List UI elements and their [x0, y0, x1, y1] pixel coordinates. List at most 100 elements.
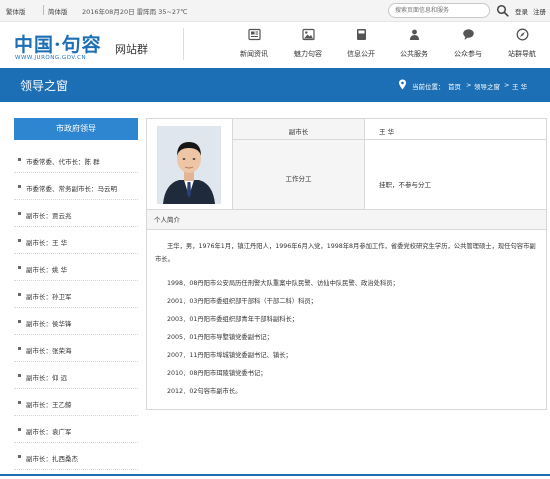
nav-charm[interactable]: 魅力句容	[284, 28, 332, 64]
divider	[183, 28, 184, 60]
bullet-icon	[18, 266, 21, 269]
leader-name: 王 华	[379, 128, 395, 136]
bullet-icon	[18, 320, 21, 323]
top-bar: 繁体版 简体版 2016年08月20日 雷阵雨 35~27℃ 登录 注册	[0, 0, 550, 22]
section-banner: 领导之窗 当前位置： 首页 > 领导之窗 > 王 华	[0, 68, 550, 102]
career-entry: 2012．02句容市副市长。	[167, 388, 242, 395]
breadcrumb-label: 当前位置：	[412, 83, 445, 91]
list-item[interactable]: 副市长：仰 远	[14, 362, 138, 389]
date-weather: 2016年08月20日 雷阵雨 35~27℃	[82, 8, 188, 16]
bullet-icon	[18, 239, 21, 242]
leader-link[interactable]: 副市长：贾云兆	[26, 210, 72, 220]
duty-label: 工作分工	[285, 175, 312, 183]
list-item[interactable]: 市委常委、常务副市长：马云明	[14, 173, 138, 200]
bullet-icon	[18, 212, 21, 215]
site-header: 中国·句容 WWW.JURONG.GOV.CN 网站群 新闻资讯 魅力句容 信息…	[0, 22, 550, 68]
picture-icon	[301, 28, 315, 41]
list-item[interactable]: 副市长：张荣海	[14, 335, 138, 362]
breadcrumb-separator: >	[504, 81, 510, 89]
simplified-version-link[interactable]: 简体版	[48, 6, 68, 16]
bullet-icon	[18, 428, 21, 431]
nav-label: 魅力句容	[294, 50, 322, 58]
leader-link[interactable]: 副市长：扎西桑杰	[26, 453, 78, 463]
biography-heading: 个人简介	[147, 210, 546, 230]
bullet-icon	[18, 374, 21, 377]
list-item[interactable]: 副市长：王乙鲸	[14, 389, 138, 416]
list-item[interactable]: 副市长：侯华锋	[14, 308, 138, 335]
career-entry: 2003．01丹阳市委组织部青年干部科副科长；	[167, 316, 299, 323]
nav-news[interactable]: 新闻资讯	[230, 28, 278, 64]
site-logo[interactable]: 中国·句容	[14, 30, 102, 57]
compass-icon	[516, 28, 528, 41]
nav-site-group[interactable]: 站群导航	[498, 28, 546, 64]
footer-divider	[0, 474, 550, 476]
leader-link[interactable]: 副市长：王乙鲸	[26, 399, 72, 409]
career-entry: 2001．03丹阳市委组织部干部科（干部二科）科员；	[167, 298, 317, 305]
site-url: WWW.JURONG.GOV.CN	[15, 55, 87, 61]
portrait-photo	[157, 126, 221, 204]
traditional-version-link[interactable]: 繁体版	[6, 6, 26, 16]
list-item[interactable]: 副市长：扎西桑杰	[14, 443, 138, 470]
search-icon[interactable]	[496, 4, 509, 17]
book-icon	[356, 29, 366, 40]
search-box[interactable]	[388, 3, 490, 18]
list-item[interactable]: 副市长：孙卫军	[14, 281, 138, 308]
list-item[interactable]: 副市长：袁广军	[14, 416, 138, 443]
location-pin-icon	[399, 79, 406, 90]
leader-link[interactable]: 副市长：姚 华	[26, 264, 67, 274]
breadcrumb-current: 王 华	[512, 83, 528, 91]
career-entry: 1998．08丹阳市公安局历任刑警大队重案中队民警、访仙中队民警、政治处科员；	[167, 280, 399, 287]
bullet-icon	[18, 158, 21, 161]
career-entry: 2010．08丹阳市珥陵镇党委书记；	[167, 370, 267, 377]
breadcrumb-leaders[interactable]: 领导之窗	[474, 81, 500, 91]
divider	[233, 139, 546, 140]
nav-label: 公共服务	[400, 50, 428, 58]
breadcrumb-home[interactable]: 首页	[448, 81, 461, 91]
leader-list: 市委常委、代市长：陈 群 市委常委、常务副市长：马云明 副市长：贾云兆 副市长：…	[14, 146, 138, 470]
list-item[interactable]: 副市长：王 华	[14, 227, 138, 254]
career-entry: 2005．01丹阳市导墅镇党委副书记；	[167, 334, 273, 341]
page-title: 领导之窗	[20, 79, 69, 93]
chat-bubble-icon	[462, 29, 474, 40]
leader-link[interactable]: 市委常委、代市长：陈 群	[26, 156, 100, 166]
sidebar-heading: 市政府领导	[14, 118, 138, 140]
leader-link[interactable]: 副市长：侯华锋	[26, 318, 72, 328]
biography-intro: 王华，男，1976年1月，镇江丹阳人，1996年6月入党，1998年8月参加工作…	[155, 243, 536, 263]
nav-info[interactable]: 信息公开	[337, 28, 385, 64]
leader-link[interactable]: 副市长：孙卫军	[26, 291, 72, 301]
bullet-icon	[18, 347, 21, 350]
list-item[interactable]: 市委常委、代市长：陈 群	[14, 146, 138, 173]
nav-service[interactable]: 公共服务	[390, 28, 438, 64]
nav-label: 信息公开	[347, 50, 375, 58]
nav-label: 站群导航	[508, 50, 536, 58]
bullet-icon	[18, 401, 21, 404]
bullet-icon	[18, 455, 21, 458]
leader-link[interactable]: 副市长：王 华	[26, 237, 67, 247]
search-input[interactable]	[395, 4, 485, 17]
profile-table: 副市长 王 华 工作分工 挂职，不参与分工	[146, 118, 547, 210]
breadcrumb-separator: >	[466, 81, 472, 89]
leader-link[interactable]: 副市长：仰 远	[26, 372, 67, 382]
register-link[interactable]: 注册	[533, 6, 546, 16]
nav-label: 新闻资讯	[240, 50, 268, 58]
newspaper-icon	[247, 28, 261, 41]
nav-participation[interactable]: 公众参与	[444, 28, 492, 64]
leader-link[interactable]: 副市长：袁广军	[26, 426, 72, 436]
duty-value: 挂职，不参与分工	[379, 181, 431, 189]
nav-label: 公众参与	[454, 50, 482, 58]
photo-cell	[147, 119, 233, 209]
leader-link[interactable]: 副市长：张荣海	[26, 345, 72, 355]
people-icon	[409, 29, 419, 40]
list-item[interactable]: 副市长：姚 华	[14, 254, 138, 281]
list-item[interactable]: 副市长：贾云兆	[14, 200, 138, 227]
position-label: 副市长	[288, 128, 309, 136]
divider	[364, 119, 365, 209]
leader-link[interactable]: 市委常委、常务副市长：马云明	[26, 183, 117, 193]
site-subtitle: 网站群	[115, 43, 148, 56]
bullet-icon	[18, 185, 21, 188]
biography-section: 个人简介 王华，男，1976年1月，镇江丹阳人，1996年6月入党，1998年8…	[146, 210, 547, 410]
bullet-icon	[18, 293, 21, 296]
login-link[interactable]: 登录	[515, 6, 528, 16]
career-entry: 2007．11丹阳市埠城镇党委副书记、镇长；	[167, 352, 292, 359]
divider	[43, 5, 44, 15]
